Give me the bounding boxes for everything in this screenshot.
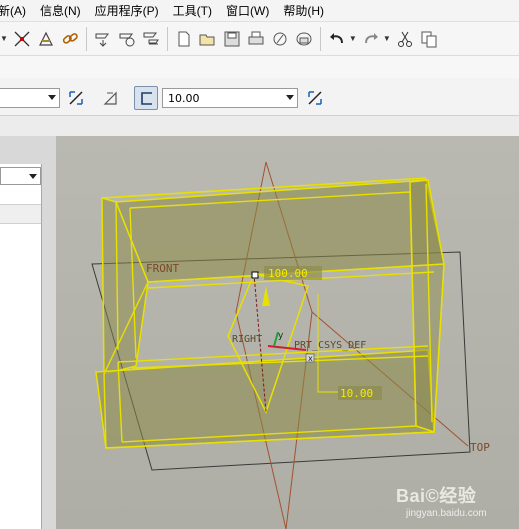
watermark-brand: Bai©经验: [396, 486, 477, 506]
model-viewport: FRONT TOP RIGHT PRT_CSYS_DEF 100.00 10.0…: [91, 161, 490, 529]
chevron-down-icon: [286, 95, 294, 100]
attach-mail-icon[interactable]: [293, 27, 315, 51]
toolbar-separator: [85, 26, 87, 51]
sketch-corner-icon[interactable]: [98, 86, 122, 110]
menu-item-info[interactable]: 信息(N): [33, 0, 88, 22]
flip-thickness-icon[interactable]: [303, 86, 327, 110]
chain-link-icon[interactable]: [59, 27, 81, 51]
model-tree-header: [0, 204, 41, 224]
save-icon[interactable]: [221, 27, 243, 51]
label-csys: PRT_CSYS_DEF: [294, 340, 366, 351]
redo-dropdown-icon[interactable]: ▼: [383, 34, 391, 43]
cut-icon[interactable]: [394, 27, 416, 51]
model-tree-panel: [0, 136, 56, 529]
open-folder-icon[interactable]: [197, 27, 219, 51]
model-tree-filter-select[interactable]: [0, 167, 41, 185]
view-orient-icon[interactable]: [92, 27, 114, 51]
app-window: 新(A) 信息(N) 应用程序(P) 工具(T) 窗口(W) 帮助(H) ▼ ▼…: [0, 0, 519, 529]
menu-item-help[interactable]: 帮助(H): [276, 0, 331, 22]
spin-center-icon[interactable]: [35, 27, 57, 51]
menu-bar: 新(A) 信息(N) 应用程序(P) 工具(T) 窗口(W) 帮助(H): [0, 0, 519, 22]
drag-handle: [251, 271, 259, 279]
menu-item-tools[interactable]: 工具(T): [166, 0, 219, 22]
redo-icon[interactable]: [360, 27, 382, 51]
thickness-value-combo[interactable]: 10.00: [162, 88, 298, 108]
print-icon[interactable]: [245, 27, 267, 51]
layers-view-icon[interactable]: [140, 27, 162, 51]
label-right: RIGHT: [232, 334, 262, 345]
label-front: FRONT: [146, 262, 179, 275]
menu-item-applications[interactable]: 应用程序(P): [88, 0, 166, 22]
menu-item-file[interactable]: 新(A): [0, 0, 33, 22]
copy-icon[interactable]: [418, 27, 440, 51]
watermark-url: jingyan.baidu.com: [406, 508, 487, 519]
datum-point-icon[interactable]: [11, 27, 33, 51]
main-toolbar: ▼ ▼ ▼: [0, 22, 519, 56]
chevron-down-icon: [48, 95, 56, 100]
send-mail-icon[interactable]: [269, 27, 291, 51]
toolbar-spacer: [0, 56, 519, 78]
reference-combo[interactable]: [0, 88, 60, 108]
dimension-toolbar: 10.00: [0, 78, 519, 116]
flip-direction-icon[interactable]: [64, 86, 88, 110]
undo-icon[interactable]: [326, 27, 348, 51]
undo-dropdown-icon[interactable]: ▼: [349, 34, 357, 43]
toolbar-separator: [319, 26, 321, 51]
model-tree-area[interactable]: [0, 164, 42, 529]
chevron-down-icon: [29, 174, 37, 179]
menu-item-window[interactable]: 窗口(W): [219, 0, 276, 22]
saved-views-icon[interactable]: [116, 27, 138, 51]
graphics-window[interactable]: FRONT TOP RIGHT PRT_CSYS_DEF 100.00 10.0…: [56, 136, 519, 529]
toolbar-separator: [166, 26, 168, 51]
dimension-upper[interactable]: 100.00: [268, 267, 308, 280]
axis-x-label: x: [308, 354, 313, 363]
axis-y-label: y: [278, 331, 284, 341]
dashboard-gap: [0, 116, 519, 136]
new-file-icon[interactable]: [173, 27, 195, 51]
dimension-lower[interactable]: 10.00: [340, 387, 373, 400]
label-top: TOP: [470, 441, 490, 454]
thickness-value: 10.00: [168, 92, 200, 105]
offset-edge-icon[interactable]: [134, 86, 158, 110]
toolbar-overflow-icon[interactable]: ▼: [0, 34, 8, 43]
